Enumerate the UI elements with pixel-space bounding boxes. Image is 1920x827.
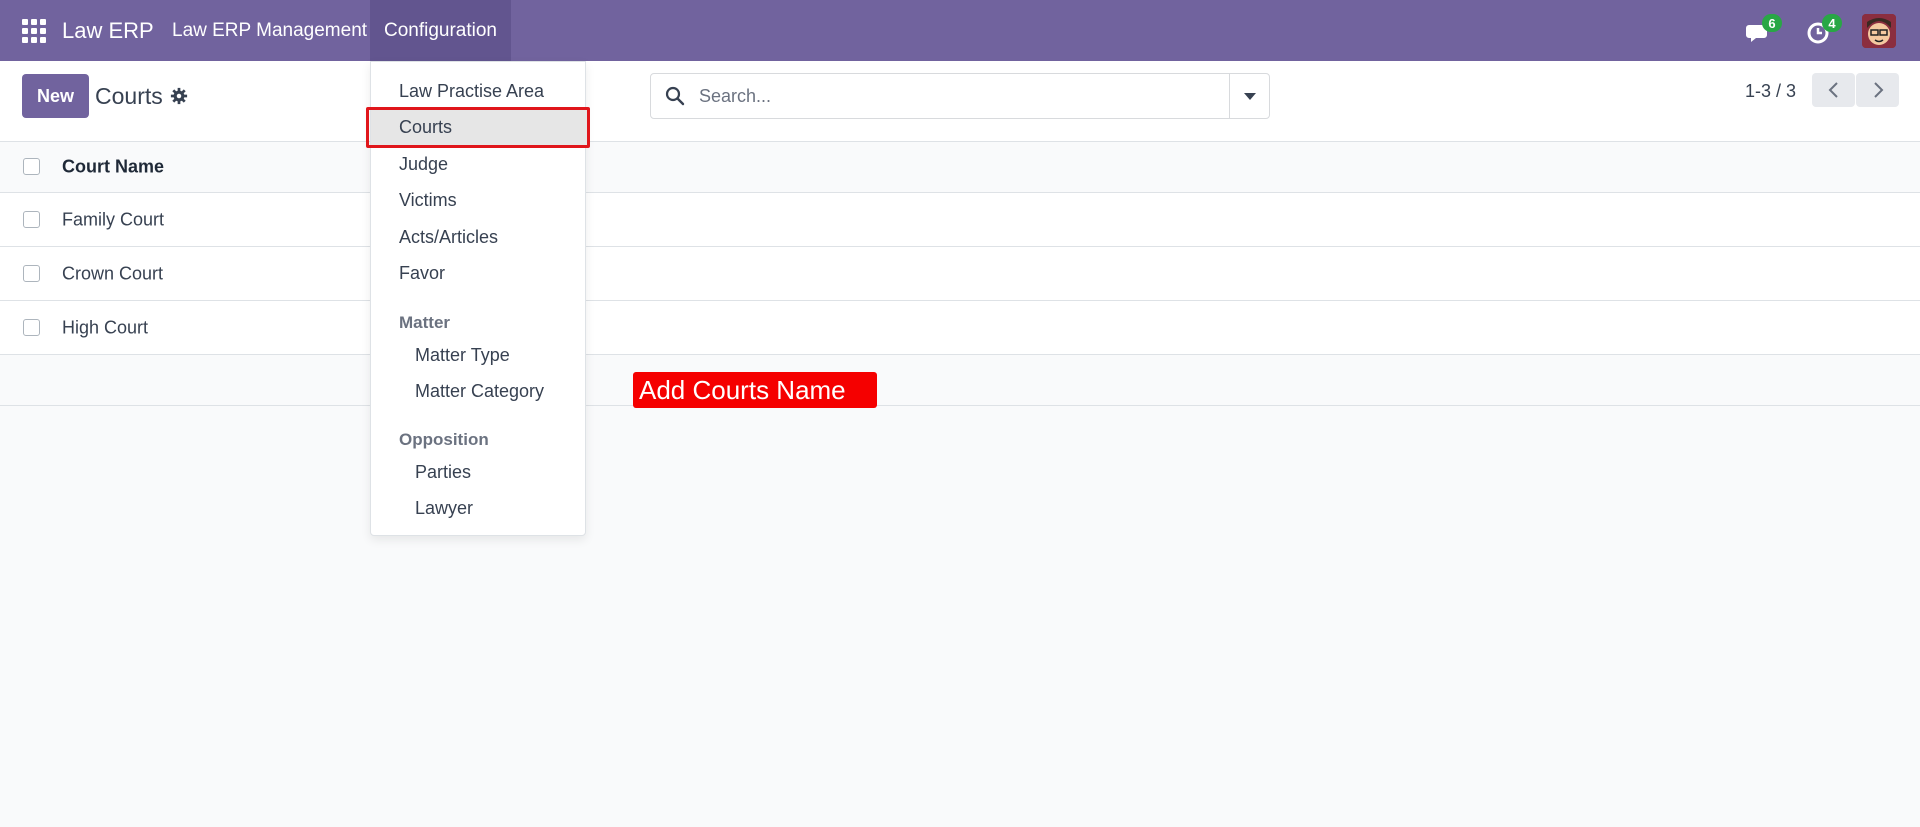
search-bar [650,73,1270,119]
menu-section-opposition: Opposition [399,430,489,449]
court-name-cell[interactable]: Crown Court [62,263,163,284]
menu-item-law-practise-area[interactable]: Law Practise Area [371,73,587,109]
menu-item-judge[interactable]: Judge [371,146,587,182]
page-title[interactable]: Courts [95,83,163,110]
menu-law-erp-management[interactable]: Law ERP Management [172,20,367,42]
courts-highlight-box [366,107,590,148]
menu-item-matter-type[interactable]: Matter Type [371,337,587,373]
select-all-checkbox[interactable] [23,158,40,175]
search-input[interactable] [699,82,1199,110]
courts-list: Court Name Family Court Crown Court High… [0,142,1920,406]
menu-item-lawyer[interactable]: Lawyer [371,490,587,526]
gear-icon[interactable] [170,87,188,105]
pager-next-button[interactable] [1856,73,1899,107]
table-row[interactable]: Family Court [0,193,1920,247]
search-options-toggle[interactable] [1229,74,1269,118]
row-checkbox[interactable] [23,210,40,228]
avatar-face-icon [1862,14,1896,48]
list-header: Court Name [0,142,1920,193]
menu-item-matter-category[interactable]: Matter Category [371,373,587,409]
list-footer [0,355,1920,406]
menu-configuration[interactable]: Configuration [370,0,511,61]
control-panel: New Courts 1-3 / 3 [0,61,1920,142]
chevron-right-icon [1873,82,1883,98]
activities-badge: 4 [1822,14,1842,32]
annotation-label: Add Courts Name [633,372,877,408]
top-navbar: Law ERP Law ERP Management Configuration… [0,0,1920,61]
caret-down-icon [1243,92,1256,100]
brand-name[interactable]: Law ERP [62,18,154,44]
pager-value[interactable]: 1-3 / 3 [1745,81,1796,102]
messages-badge: 6 [1762,14,1782,32]
menu-item-favor[interactable]: Favor [371,255,587,291]
messages-button[interactable]: 6 [1746,14,1782,46]
court-name-cell[interactable]: High Court [62,317,148,338]
table-row[interactable]: Crown Court [0,247,1920,301]
column-header-court-name[interactable]: Court Name [62,157,164,178]
menu-item-acts-articles[interactable]: Acts/Articles [371,219,587,255]
activities-button[interactable]: 4 [1806,14,1842,46]
pager-previous-button[interactable] [1812,73,1855,107]
user-avatar[interactable] [1862,14,1896,48]
chevron-left-icon [1828,82,1838,98]
row-checkbox[interactable] [23,264,40,282]
court-name-cell[interactable]: Family Court [62,209,164,230]
apps-grid-icon[interactable] [22,19,46,43]
menu-item-victims[interactable]: Victims [371,182,587,218]
table-row[interactable]: High Court [0,301,1920,355]
row-checkbox[interactable] [23,318,40,336]
search-icon [665,86,685,106]
menu-section-matter: Matter [399,313,451,332]
new-button[interactable]: New [22,74,89,118]
menu-item-parties[interactable]: Parties [371,454,587,490]
